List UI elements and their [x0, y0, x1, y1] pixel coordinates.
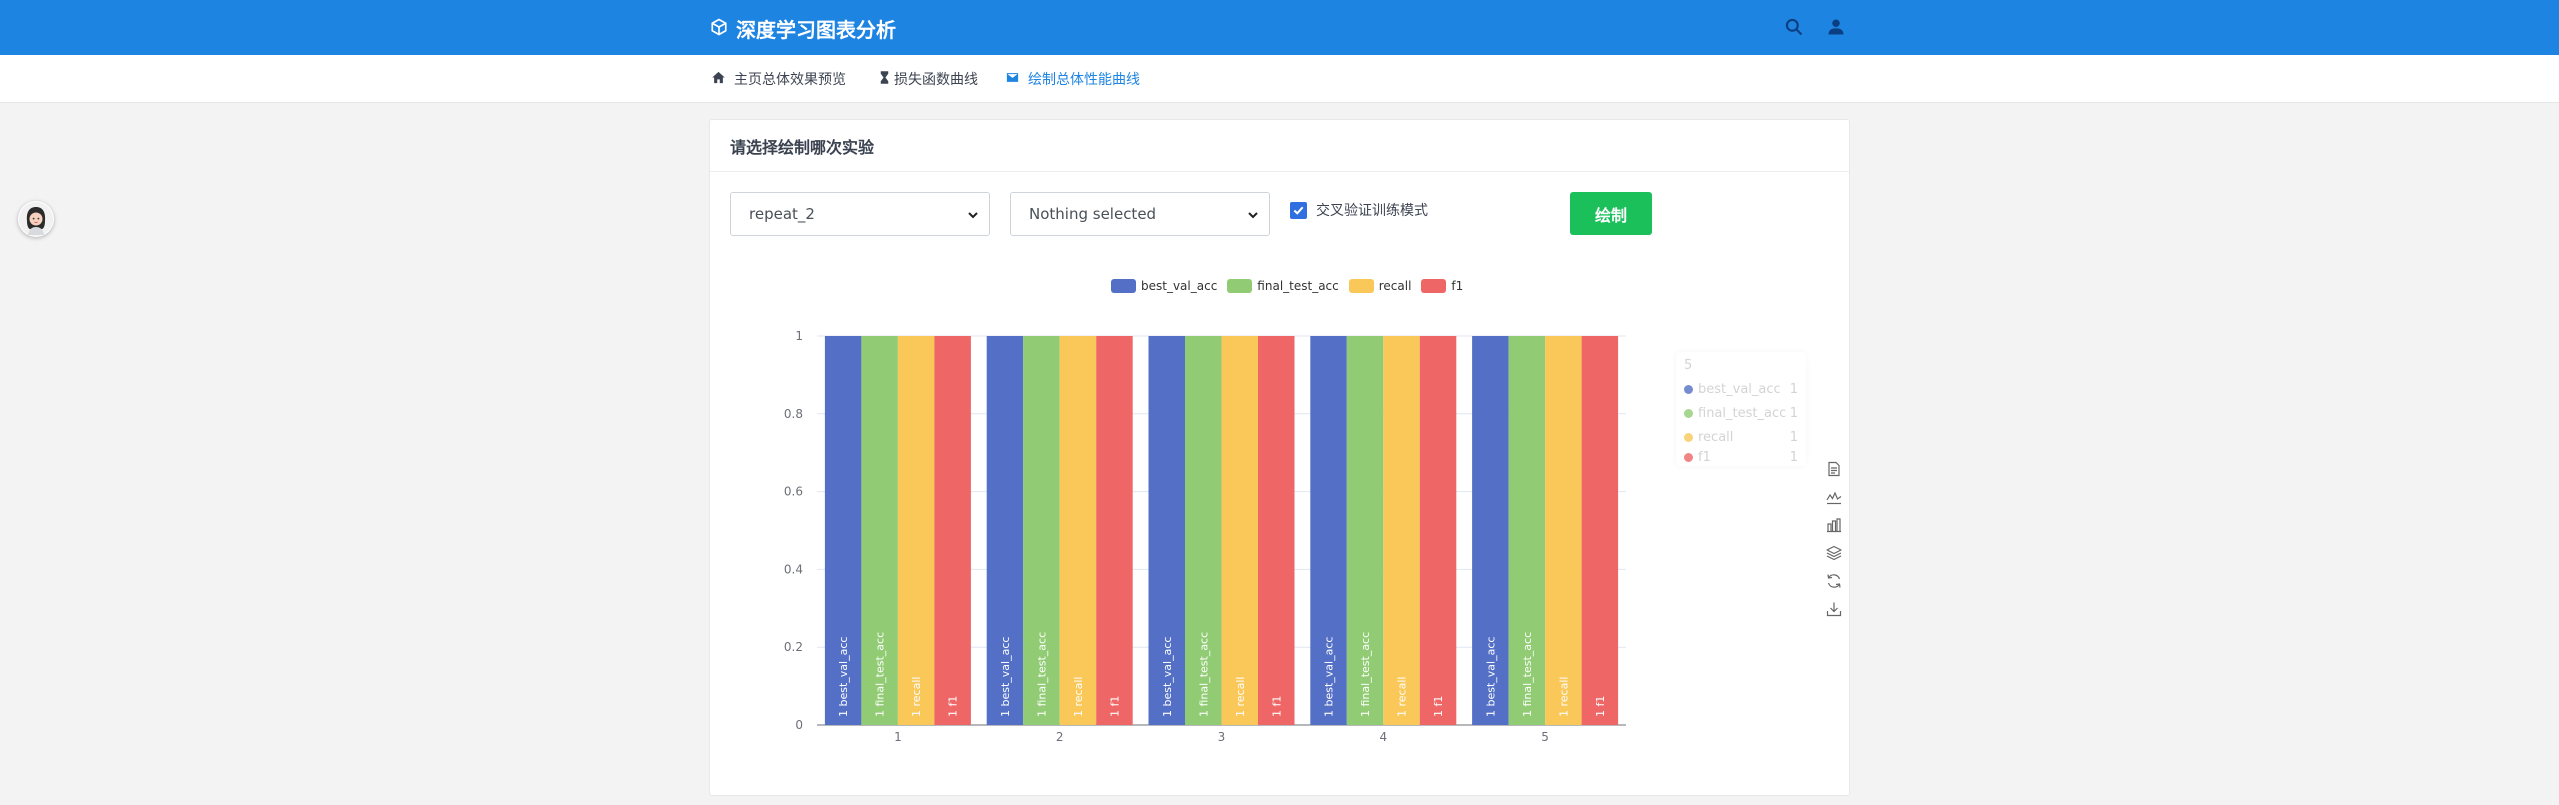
tooltip-dot	[1684, 453, 1693, 462]
bar-label: 1 f1	[1108, 696, 1121, 717]
bar	[1545, 336, 1582, 725]
bar-label: 1 recall	[1234, 677, 1247, 717]
download-icon[interactable]	[1825, 599, 1842, 618]
nav-item-label: 绘制总体性能曲线	[1028, 72, 1140, 88]
tooltip-row: final_test_acc	[1684, 406, 1786, 421]
bar-label: 1 recall	[1396, 677, 1409, 717]
bar-label: 1 final_test_acc	[1521, 632, 1534, 717]
tooltip-dot	[1684, 433, 1693, 442]
app-brand[interactable]: 深度学习图表分析	[710, 14, 896, 43]
x-tick-label: 2	[1056, 730, 1064, 744]
bar-label: 1 recall	[1557, 677, 1570, 717]
bar-chart-icon[interactable]	[1825, 515, 1842, 534]
tooltip-row-name: final_test_acc	[1698, 406, 1787, 421]
x-tick-label: 4	[1379, 730, 1387, 744]
bar-label: 1 final_test_acc	[1197, 632, 1210, 717]
mail-icon	[1005, 70, 1020, 89]
user-icon[interactable]	[1826, 17, 1846, 41]
bar-label: 1 best_val_acc	[1484, 637, 1497, 717]
tooltip-row-name: recall	[1698, 430, 1734, 445]
cube-icon	[710, 17, 728, 41]
app-title: 深度学习图表分析	[736, 18, 896, 42]
bar	[934, 336, 971, 725]
bar-label: 1 f1	[1594, 696, 1607, 717]
tooltip-row-name: f1	[1698, 450, 1711, 465]
bar-label: 1 best_val_acc	[837, 637, 850, 717]
y-tick-label: 0	[795, 718, 803, 732]
nav-bar: 主页总体效果预览 损失函数曲线 绘制总体性能曲线	[0, 55, 2559, 103]
bar-label: 1 best_val_acc	[1323, 637, 1336, 717]
bar	[1221, 336, 1258, 725]
tooltip-row-value: 1	[1789, 406, 1798, 421]
bar-label: 1 f1	[1432, 696, 1445, 717]
tooltip-row: best_val_acc	[1684, 382, 1781, 397]
tooltip-row: recall	[1684, 430, 1733, 445]
tooltip-row-value: 1	[1789, 450, 1798, 465]
experiment-card: 请选择绘制哪次实验 repeat_2 Nothing selected 交叉验证…	[709, 119, 1850, 796]
chart-toolbox	[1825, 459, 1842, 618]
y-tick-label: 0.2	[784, 640, 803, 654]
bar	[1419, 336, 1457, 725]
bar-label: 1 f1	[947, 696, 960, 717]
y-tick-label: 0.4	[784, 562, 803, 576]
bar-label: 1 final_test_acc	[1359, 632, 1372, 717]
bar-label: 1 best_val_acc	[1161, 637, 1174, 717]
x-tick-label: 5	[1541, 730, 1549, 744]
nav-item-performance-curve[interactable]: 绘制总体性能曲线	[1005, 69, 1140, 89]
bar	[897, 336, 935, 725]
search-icon[interactable]	[1784, 17, 1804, 41]
x-tick-label: 3	[1218, 730, 1226, 744]
chart-tooltip: 5 best_val_acc 1 final_test_acc 1 recall…	[1676, 352, 1806, 466]
avatar[interactable]	[18, 201, 54, 237]
x-tick-label: 1	[894, 730, 902, 744]
nav-item-home[interactable]: 主页总体效果预览	[711, 69, 846, 89]
restore-icon[interactable]	[1825, 571, 1842, 590]
bar	[1258, 336, 1295, 725]
bar	[1059, 336, 1097, 725]
bar-label: 1 final_test_acc	[874, 632, 887, 717]
tooltip-dot	[1684, 409, 1693, 418]
stack-icon[interactable]	[1825, 543, 1842, 562]
bar-label: 1 f1	[1270, 696, 1283, 717]
bar-label: 1 best_val_acc	[999, 637, 1012, 717]
nav-item-loss-curve[interactable]: 损失函数曲线	[877, 69, 978, 89]
bar-label: 1 recall	[1072, 677, 1085, 717]
tooltip-title: 5	[1684, 358, 1693, 373]
tooltip-row-name: best_val_acc	[1698, 382, 1781, 397]
nav-item-label: 损失函数曲线	[894, 72, 978, 88]
y-tick-label: 0.6	[784, 485, 803, 499]
line-chart-icon[interactable]	[1825, 487, 1842, 506]
hourglass-icon	[877, 70, 892, 89]
bar	[1096, 336, 1133, 725]
nav-item-label: 主页总体效果预览	[734, 72, 846, 88]
bar-label: 1 recall	[910, 677, 923, 717]
tooltip-row-value: 1	[1789, 430, 1798, 445]
top-bar: 深度学习图表分析	[0, 0, 2559, 55]
y-tick-label: 0.8	[784, 407, 803, 421]
data-view-icon[interactable]	[1825, 459, 1842, 478]
bar-label: 1 final_test_acc	[1035, 632, 1048, 717]
bar	[1581, 336, 1619, 725]
tooltip-row: f1	[1684, 450, 1711, 465]
tooltip-row-value: 1	[1789, 382, 1798, 397]
y-tick-label: 1	[795, 329, 803, 343]
tooltip-dot	[1684, 385, 1693, 394]
home-icon	[711, 70, 726, 89]
bar	[1383, 336, 1420, 725]
